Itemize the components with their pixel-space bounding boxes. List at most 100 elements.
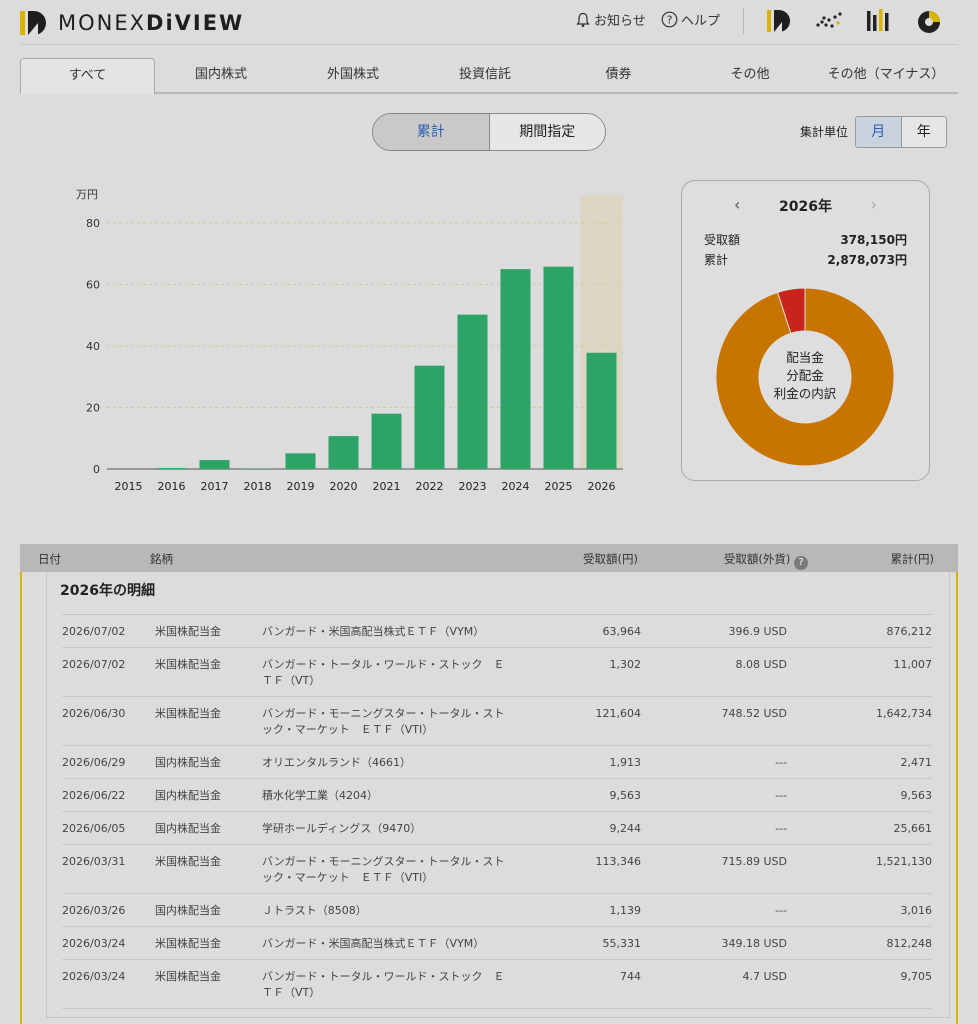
row-amount-fx: 396.9 USD (728, 625, 788, 638)
row-security-name: 学研ホールディングス（9470） (262, 822, 422, 835)
row-amount-fx: --- (775, 822, 787, 835)
cumulative-label: 累計 (704, 253, 729, 267)
row-date: 2026/03/24 (62, 937, 126, 950)
donut-label-line: 配当金 (786, 350, 824, 365)
help-icon[interactable]: ? (794, 556, 808, 570)
next-year-chevron-icon[interactable]: › (871, 195, 877, 214)
x-tick-label: 2021 (373, 480, 401, 493)
row-amount-fx: 349.18 USD (721, 937, 788, 950)
donut-label-line: 分配金 (786, 368, 824, 383)
row-amount-jpy: 63,964 (602, 625, 642, 638)
row-type: 国内株配当金 (155, 756, 221, 769)
cumulative-row: 累計 2,878,073円 (704, 251, 907, 268)
table-body: 2026年の明細 2026/07/02 米国株配当金 バンガード・米国高配当株式ＥＴ… (20, 572, 958, 1024)
table-row[interactable]: 2026/07/02 米国株配当金 バンガード・トータル・ワールド・ストック ＥＴＦ… (62, 648, 932, 697)
table-row[interactable]: 2026/07/02 米国株配当金 バンガード・米国高配当株式ＥＴＦ（VYM） 63,… (62, 615, 932, 648)
tab-bonds[interactable]: 債券 (551, 58, 686, 92)
row-amount-jpy: 121,604 (595, 707, 642, 720)
row-type: 米国株配当金 (155, 658, 221, 671)
y-tick-label: 0 (93, 463, 100, 476)
received-row: 受取額 378,150円 (704, 231, 907, 248)
donut-label-line: 利金の内訳 (773, 386, 837, 401)
x-tick-label: 2018 (244, 480, 272, 493)
header-rule (20, 44, 958, 45)
cumulative-button[interactable]: 累計 (373, 114, 489, 150)
table-row[interactable]: 2026/06/05 国内株配当金 学研ホールディングス（9470） 9,244 ---… (62, 812, 932, 845)
table-row[interactable]: 2026/06/22 国内株配当金 積水化学工業（4204） 9,563 --- 9,56… (62, 779, 932, 812)
table-row[interactable]: 2026/03/24 米国株配当金 バンガード・トータル・ワールド・ストック ＥＴＦ… (62, 960, 932, 1009)
x-tick-label: 2026 (588, 480, 616, 493)
tab-other-minus[interactable]: その他（マイナス） (814, 58, 958, 92)
x-tick-label: 2020 (330, 480, 358, 493)
table-row[interactable]: 2026/03/31 米国株配当金 バンガード・モーニングスター・トータル・ストック… (62, 845, 932, 894)
view-toggle: 累計 期間指定 (372, 113, 606, 151)
x-tick-label: 2023 (459, 480, 487, 493)
period-button[interactable]: 期間指定 (488, 114, 605, 150)
bar-2019 (285, 453, 316, 469)
header-fx: 受取額(外貨) ? (724, 551, 808, 570)
row-amount-fx: 715.89 USD (721, 855, 788, 868)
help-label: ヘルプ (681, 14, 721, 29)
row-type: 国内株配当金 (155, 904, 221, 917)
x-tick-label: 2019 (287, 480, 315, 493)
bar-2023 (457, 314, 488, 469)
row-cumulative: 1,521,130 (876, 855, 932, 868)
tab-investment-trusts[interactable]: 投資信託 (419, 58, 551, 92)
row-security-name: バンガード・米国高配当株式ＥＴＦ（VYM） (262, 937, 485, 950)
pie-icon[interactable] (914, 6, 944, 36)
tab-all[interactable]: すべて (20, 58, 155, 94)
x-tick-label: 2022 (416, 480, 444, 493)
table-row[interactable]: 2026/06/30 米国株配当金 バンガード・モーニングスター・トータル・ストック… (62, 697, 932, 746)
notice-link[interactable]: お知らせ (575, 10, 646, 29)
year-summary-card: ‹ 2026年 › 受取額 378,150円 累計 2,878,073円 配当金… (681, 180, 930, 481)
row-amount-fx: 8.08 USD (735, 658, 788, 671)
notice-label: お知らせ (594, 14, 646, 29)
row-amount-fx: --- (775, 789, 787, 802)
app-header: MONEXDiVIEW お知らせ ? ヘルプ (0, 0, 978, 44)
row-security-name: バンガード・米国高配当株式ＥＴＦ（VYM） (262, 625, 485, 638)
dots-scatter-icon[interactable] (814, 6, 844, 36)
y-tick-label: 20 (86, 402, 100, 415)
header-cum: 累計(円) (890, 552, 934, 566)
bar-2026 (586, 352, 617, 469)
tab-other[interactable]: その他 (686, 58, 814, 92)
bar-2024 (500, 269, 531, 469)
unit-label: 集計単位 (800, 125, 849, 139)
row-amount-jpy: 1,302 (609, 658, 642, 671)
row-cumulative: 11,007 (893, 658, 933, 671)
diview-home-icon[interactable] (764, 6, 794, 36)
monex-diview-logo[interactable]: MONEXDiVIEW (20, 8, 244, 38)
row-date: 2026/07/02 (62, 625, 126, 638)
unit-month-button[interactable]: 月 (856, 117, 901, 147)
unit-year-button[interactable]: 年 (900, 117, 946, 147)
row-type: 米国株配当金 (155, 937, 221, 950)
row-amount-fx: --- (775, 756, 787, 769)
row-type: 国内株配当金 (155, 822, 221, 835)
row-type: 米国株配当金 (155, 855, 221, 868)
row-date: 2026/06/29 (62, 756, 126, 769)
row-security-name: Ｊトラスト（8508） (262, 904, 367, 917)
header-name: 銘柄 (150, 552, 173, 566)
row-security-name: オリエンタルランド（4661） (262, 756, 411, 769)
y-tick-label: 60 (86, 279, 100, 292)
help-link[interactable]: ? ヘルプ (661, 10, 720, 29)
row-date: 2026/06/30 (62, 707, 126, 720)
table-row[interactable]: 2026/06/29 国内株配当金 オリエンタルランド（4661） 1,913 --- 2… (62, 746, 932, 779)
y-tick-label: 40 (86, 340, 100, 353)
header-divider (743, 8, 744, 34)
y-axis-unit-label: 万円 (76, 188, 98, 201)
tab-foreign-stocks[interactable]: 外国株式 (287, 58, 419, 92)
row-amount-fx: --- (775, 904, 787, 917)
row-amount-jpy: 1,139 (609, 904, 642, 917)
row-security-name: バンガード・モーニングスター・トータル・ストック・マーケット ＥＴＦ（VTI） (262, 707, 505, 736)
row-date: 2026/03/26 (62, 904, 126, 917)
table-row[interactable]: 2026/03/24 米国株配当金 バンガード・米国高配当株式ＥＴＦ（VYM） 55,… (62, 927, 932, 960)
row-cumulative: 25,661 (893, 822, 933, 835)
tab-domestic-stocks[interactable]: 国内株式 (155, 58, 287, 92)
bars-icon[interactable] (864, 6, 894, 36)
row-type: 米国株配当金 (155, 707, 221, 720)
bar-2017 (199, 460, 230, 469)
table-row[interactable]: 2026/03/26 国内株配当金 Ｊトラスト（8508） 1,139 --- 3,016 (62, 894, 932, 927)
row-cumulative: 3,016 (900, 904, 933, 917)
row-date: 2026/06/22 (62, 789, 126, 802)
